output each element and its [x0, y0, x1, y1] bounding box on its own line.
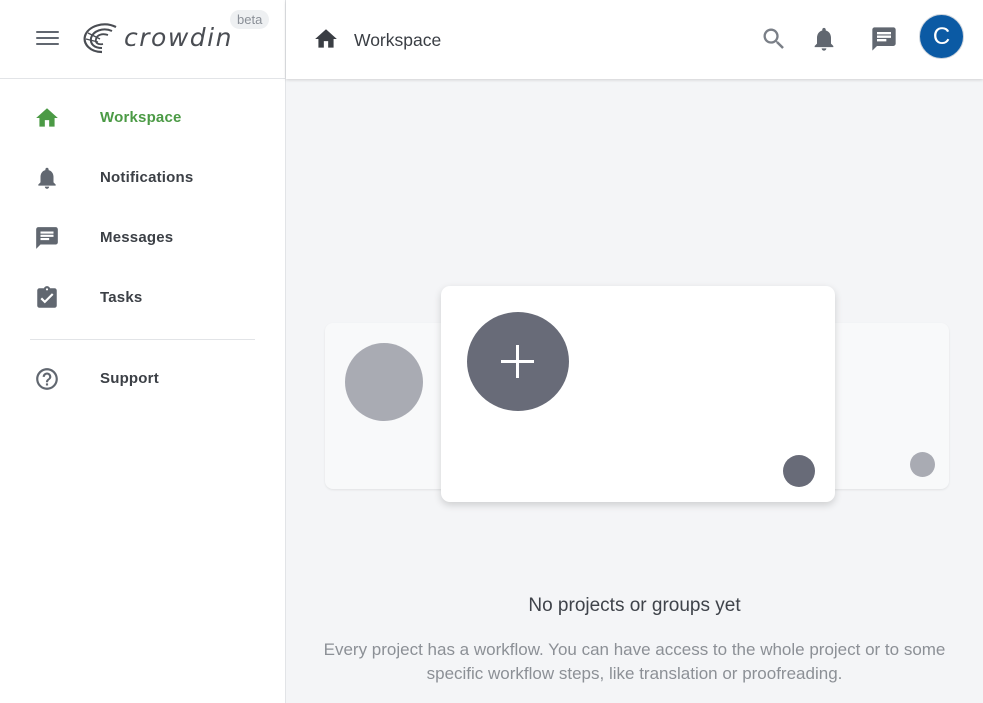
app-root: crowdin beta Workspace Notifications Mes…: [0, 0, 983, 703]
crowdin-logo[interactable]: crowdin beta: [82, 10, 270, 56]
page-title: Workspace: [354, 30, 442, 50]
sidebar-item-label: Messages: [100, 229, 174, 246]
search-icon[interactable]: [760, 25, 788, 53]
beta-badge: beta: [230, 10, 270, 29]
crowdin-logo-mark-icon: [83, 23, 117, 54]
sidebar: crowdin beta Workspace Notifications Mes…: [0, 0, 286, 703]
sidebar-item-label: Workspace: [100, 109, 182, 126]
placeholder-dot: [910, 452, 935, 477]
logo-wordmark: crowdin: [124, 23, 233, 52]
empty-state-description: Every project has a workflow. You can ha…: [323, 640, 946, 683]
bell-icon[interactable]: [810, 25, 838, 53]
bell-icon: [38, 167, 56, 189]
workspace-main: No projects or groups yet Every project …: [286, 79, 983, 703]
message-icon: [36, 227, 58, 249]
avatar[interactable]: C: [919, 14, 964, 59]
message-icon[interactable]: [870, 25, 898, 53]
placeholder-dot: [783, 455, 815, 487]
sidebar-item-messages[interactable]: Messages: [0, 208, 285, 268]
sidebar-item-tasks[interactable]: Tasks: [0, 268, 285, 328]
empty-state-title: No projects or groups yet: [528, 595, 741, 616]
sidebar-item-support[interactable]: Support: [0, 349, 285, 409]
sidebar-item-notifications[interactable]: Notifications: [0, 148, 285, 208]
home-icon: [36, 108, 58, 127]
menu-icon[interactable]: [36, 28, 60, 48]
placeholder-card-front: [441, 286, 835, 502]
sidebar-item-label: Notifications: [100, 169, 194, 186]
placeholder-circle: [345, 343, 423, 421]
add-project-button[interactable]: [467, 312, 569, 411]
sidebar-header: crowdin beta: [0, 0, 285, 79]
sidebar-item-label: Tasks: [100, 289, 143, 306]
sidebar-divider: [30, 339, 255, 340]
top-bar: Workspace C: [286, 0, 983, 79]
sidebar-item-workspace[interactable]: Workspace: [0, 88, 285, 148]
clipboard-check-icon: [37, 286, 57, 308]
sidebar-item-label: Support: [100, 370, 159, 387]
home-icon[interactable]: [313, 26, 339, 52]
help-circle-icon: [36, 368, 58, 390]
